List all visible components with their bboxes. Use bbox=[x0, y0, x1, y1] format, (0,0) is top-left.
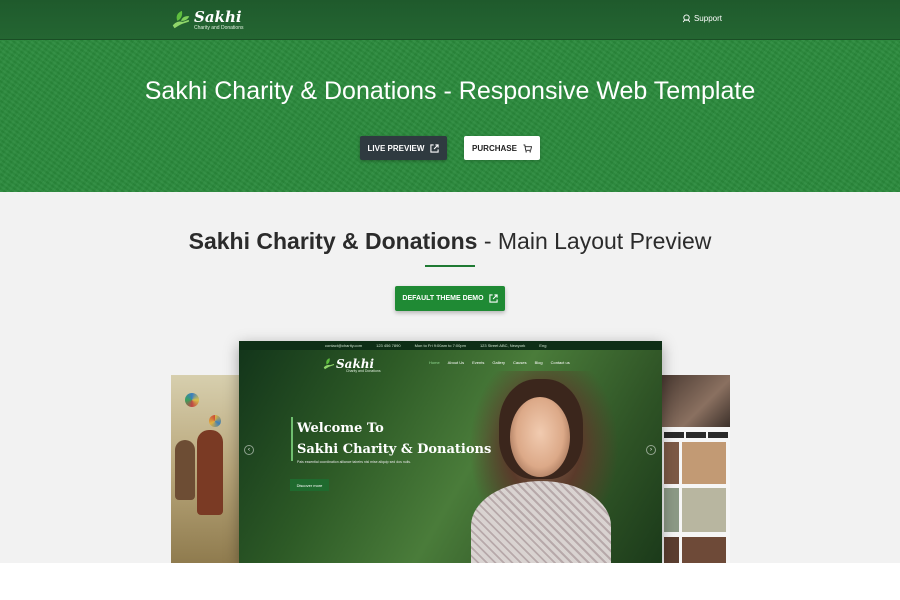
preview-heading-line1: Welcome To bbox=[297, 421, 384, 436]
pinwheel-image bbox=[185, 393, 199, 407]
live-preview-button[interactable]: LIVE PREVIEW bbox=[360, 136, 447, 160]
hero-title-rest: - Responsive Web Template bbox=[436, 77, 756, 105]
gallery-tabs bbox=[664, 432, 728, 438]
section-title: Sakhi Charity & Donations - Main Layout … bbox=[0, 227, 900, 255]
preview-heading-rule bbox=[291, 417, 293, 461]
girl-face bbox=[510, 397, 570, 477]
preview-nav-item: Events bbox=[472, 360, 485, 365]
default-theme-demo-button[interactable]: DEFAULT THEME DEMO bbox=[395, 286, 505, 311]
chevron-left-icon: ‹ bbox=[244, 445, 254, 455]
preview-heading: Welcome To Sakhi Charity & Donations bbox=[297, 418, 491, 460]
external-link-icon bbox=[430, 143, 440, 153]
logo-name: Sakhi bbox=[194, 8, 242, 26]
preview-heading-line2: Sakhi Charity & Donations bbox=[297, 442, 492, 457]
preview-info-item: 123 Street ABC, Newyork bbox=[479, 343, 526, 348]
cart-icon bbox=[523, 143, 532, 153]
preview-nav-item: Blog bbox=[534, 360, 543, 365]
preview-nav-item: Home bbox=[429, 360, 440, 365]
demo-button-label: DEFAULT THEME DEMO bbox=[402, 295, 484, 302]
preview-nav: Home About Us Events Gallery Causes Blog… bbox=[429, 360, 570, 365]
preview-topbar: contact@charity.com 123 456 7890 Mon to … bbox=[239, 341, 662, 350]
preview-nav-item: Causes bbox=[513, 360, 527, 365]
logo-tagline: Charity and Donations bbox=[194, 25, 244, 31]
gallery-cell bbox=[664, 537, 679, 563]
preview-nav-item: Gallery bbox=[492, 360, 506, 365]
hero-banner: Sakhi Charity & Donations - Responsive W… bbox=[0, 40, 900, 192]
section-title-rest: - Main Layout Preview bbox=[477, 228, 712, 254]
preview-logo: Sakhi Charity and Donations bbox=[336, 357, 381, 373]
gallery-cell bbox=[682, 537, 726, 563]
preview-info-item: contact@charity.com bbox=[325, 343, 363, 348]
top-navbar: Sakhi Charity and Donations Support bbox=[0, 0, 900, 40]
chevron-right-icon: › bbox=[646, 445, 656, 455]
live-preview-label: LIVE PREVIEW bbox=[367, 143, 425, 153]
purchase-button[interactable]: PURCHASE bbox=[464, 136, 540, 160]
gallery-header-image bbox=[662, 375, 730, 427]
preview-nav-item: Contact us bbox=[550, 360, 570, 365]
child-figure bbox=[175, 440, 195, 500]
hand-leaf-icon bbox=[323, 358, 335, 370]
child-figure bbox=[197, 430, 223, 515]
hero-title: Sakhi Charity & Donations - Responsive W… bbox=[0, 76, 900, 106]
left-preview-thumbnail bbox=[171, 375, 239, 563]
gallery-cell bbox=[682, 442, 726, 484]
preview-logo-tagline: Charity and Donations bbox=[346, 369, 381, 373]
site-logo[interactable]: Sakhi Charity and Donations bbox=[170, 7, 243, 33]
main-preview-screenshot[interactable]: contact@charity.com 123 456 7890 Mon to … bbox=[239, 341, 662, 563]
section-title-main: Sakhi Charity & Donations bbox=[188, 228, 478, 254]
purchase-label: PURCHASE bbox=[472, 143, 517, 153]
gallery-cell bbox=[682, 488, 726, 532]
external-link-icon bbox=[488, 294, 498, 303]
preview-nav-item: About Us bbox=[447, 360, 465, 365]
next-section bbox=[0, 563, 900, 600]
hero-title-main: Sakhi Charity & Donations bbox=[144, 77, 437, 105]
title-divider bbox=[425, 265, 475, 267]
preview-info-item: Eng bbox=[539, 343, 547, 348]
headset-icon bbox=[682, 14, 691, 23]
preview-info-item: Mon to Fri 9:00am to 7:00pm bbox=[414, 343, 466, 348]
gallery-cell bbox=[664, 442, 679, 484]
support-label: Support bbox=[693, 14, 722, 23]
girl-dress bbox=[471, 481, 611, 563]
support-link[interactable]: Support bbox=[682, 14, 722, 23]
pinwheel-image bbox=[209, 415, 221, 427]
preview-subtext: Pais essential coordination alliance tab… bbox=[297, 460, 412, 464]
gallery-cell bbox=[664, 488, 679, 532]
right-preview-thumbnail bbox=[662, 375, 730, 563]
preview-info-item: 123 456 7890 bbox=[376, 343, 401, 348]
hand-leaf-icon bbox=[172, 10, 190, 29]
preview-cta-button: Discover more bbox=[290, 479, 329, 491]
